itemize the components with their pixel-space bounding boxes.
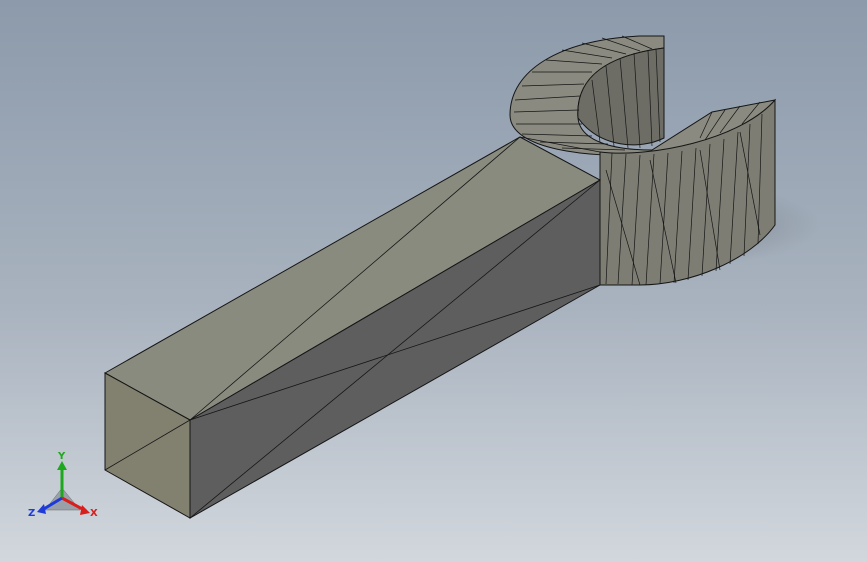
model-view[interactable]: Y X Z <box>0 0 867 562</box>
graphics-viewport[interactable]: Y X Z <box>0 0 867 562</box>
wrench-handle[interactable] <box>103 136 602 519</box>
triad-y-arrow <box>57 461 67 470</box>
triad-z-label: Z <box>28 508 35 519</box>
triad-x-label: X <box>90 508 98 519</box>
orientation-triad[interactable]: Y X Z <box>28 451 98 519</box>
triad-x-arrow <box>80 505 90 515</box>
triad-z-arrow <box>37 504 46 514</box>
triad-y-label: Y <box>57 451 66 462</box>
